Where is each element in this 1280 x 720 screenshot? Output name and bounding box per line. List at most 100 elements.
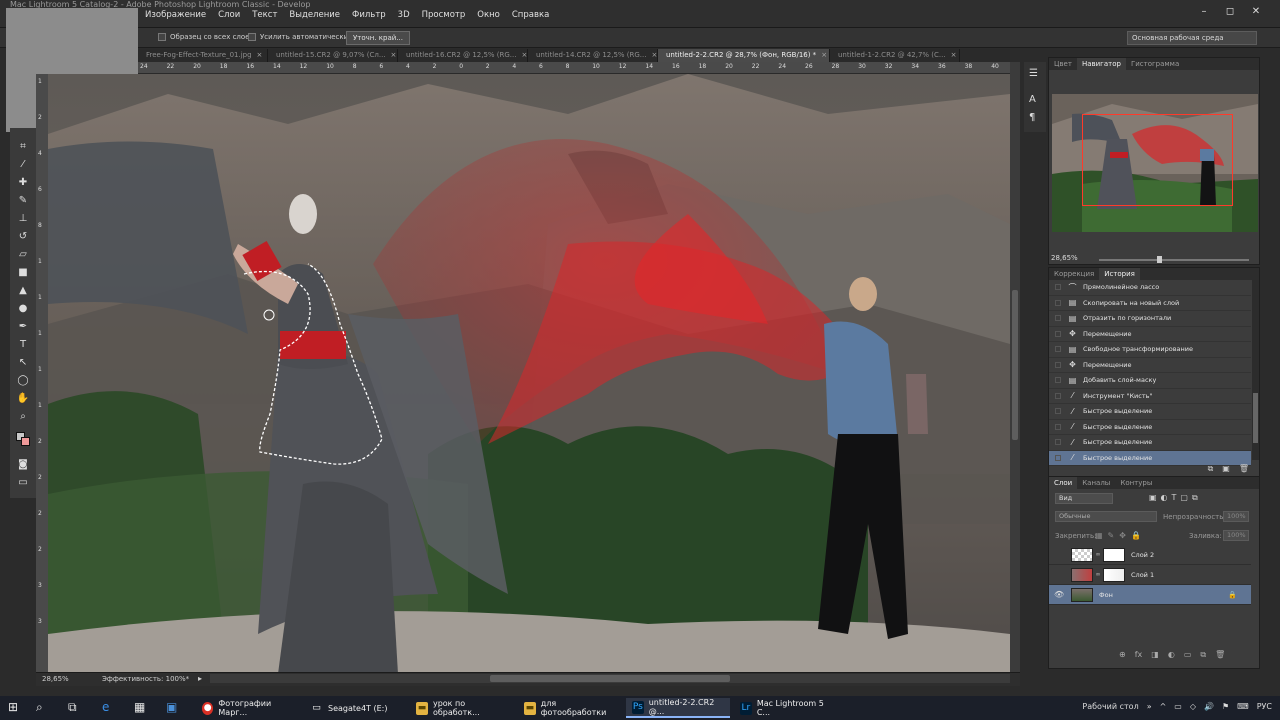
menu-layers[interactable]: Слои [218,10,240,20]
task-view-icon[interactable]: ⧉ [68,700,77,715]
layer-mask-thumbnail[interactable] [1103,547,1125,562]
add-mask-icon[interactable]: ◨ [1151,650,1159,660]
tab-doc-2[interactable]: untitled-15.CR2 @ 9,07% (Сл... × [268,49,398,62]
tab-adjustments[interactable]: Коррекция [1049,268,1099,280]
zoom-tool-icon[interactable]: ⌕ [16,410,30,424]
tray-chevron-icon[interactable]: ^ [1160,702,1167,711]
history-panel-icon[interactable]: ☰ [1029,68,1038,79]
history-source-checkbox[interactable] [1055,423,1061,430]
menu-select[interactable]: Выделение [289,10,340,20]
snapshot-icon[interactable]: ▣ [1222,464,1230,474]
history-source-checkbox[interactable] [1055,330,1061,337]
windows-start-icon[interactable]: ⊞ [8,700,18,714]
tab-doc-3[interactable]: untitled-16.CR2 @ 12,5% (RG... × [398,49,528,62]
delete-layer-icon[interactable]: 🗑 [1215,650,1225,660]
ellipse-tool-icon[interactable]: ◯ [16,374,30,388]
trash-icon[interactable]: 🗑 [1239,464,1249,474]
history-item[interactable]: ⌒ Прямолинейное лассо [1049,280,1251,296]
link-layers-icon[interactable]: ⊕ [1119,650,1126,660]
lock-icons[interactable]: ▦✎✥🔒 [1095,531,1146,540]
eraser-tool-icon[interactable]: ▱ [16,248,30,262]
blur-tool-icon[interactable]: ▲ [16,284,30,298]
history-source-checkbox[interactable] [1055,439,1061,446]
search-icon[interactable]: ⌕ [36,700,43,715]
taskbar-app-drive[interactable]: ▭ Seagate4T (E:) [304,698,404,718]
workspace-select[interactable]: Основная рабочая среда [1127,31,1257,45]
tab-channels[interactable]: Каналы [1077,477,1115,489]
status-zoom[interactable]: 28,65% [42,675,69,683]
flag-icon[interactable]: ⚑ [1222,702,1229,711]
crop-tool-icon[interactable]: ⌗ [16,140,30,154]
auto-enhance-option[interactable]: Усилить автоматически [248,33,348,41]
healing-tool-icon[interactable]: ✚ [16,176,30,190]
quick-mask-icon[interactable]: ◙ [16,458,30,472]
mask-link-icon[interactable]: ∞ [1095,551,1101,558]
mask-link-icon[interactable]: ∞ [1095,571,1101,578]
navigator-view-frame[interactable] [1082,114,1233,206]
taskbar-app-folder-lesson[interactable]: ▬ урок по обработк... [410,698,514,718]
tab-doc-6[interactable]: untitled-1-2.CR2 @ 42,7% (С... × [830,49,960,62]
history-scroll-thumb[interactable] [1253,393,1258,443]
horizontal-scroll-thumb[interactable] [490,675,730,682]
volume-icon[interactable]: 🔊 [1204,702,1214,711]
edge-browser-icon[interactable]: e [102,700,109,714]
history-source-checkbox[interactable] [1055,377,1061,384]
history-item[interactable]: ⁄ Быстрое выделение [1049,420,1251,435]
new-document-icon[interactable]: ⧉ [1208,464,1214,474]
screen-mode-icon[interactable]: ▭ [16,476,30,490]
keyboard-icon[interactable]: ⌨ [1237,702,1249,711]
tab-doc-active[interactable]: untitled-2-2.CR2 @ 28,7% (Фон, RGB/16) *… [658,49,830,62]
layer-row[interactable]: ∞ Слой 1 [1049,565,1251,585]
sample-all-checkbox[interactable] [158,33,166,41]
eyedropper-tool-icon[interactable]: ⁄ [16,158,30,172]
history-item[interactable]: ▤ Отразить по горизонтали [1049,311,1251,327]
tab-color[interactable]: Цвет [1049,58,1077,70]
taskbar-app-folder-editing[interactable]: ▬ для фотообработки [518,698,622,718]
brush-tool-icon[interactable]: ✎ [16,194,30,208]
history-item[interactable]: ⁄ Быстрое выделение [1049,404,1251,420]
tab-histogram[interactable]: Гистограмма [1126,58,1184,70]
new-group-icon[interactable]: ▭ [1184,650,1192,660]
history-item[interactable]: ▤ Свободное трансформирование [1049,342,1251,358]
history-item[interactable]: ⁄ Быстрое выделение [1049,435,1251,451]
status-arrow-icon[interactable]: ▸ [198,674,202,683]
layer-row[interactable]: 👁 Фон 🔒 [1049,585,1251,605]
dodge-tool-icon[interactable]: ● [16,302,30,316]
gradient-tool-icon[interactable]: ■ [16,266,30,280]
menu-view[interactable]: Просмотр [422,10,466,20]
close-icon[interactable]: × [651,51,657,59]
taskbar-app-chrome[interactable]: ● Фотографии Марг... [196,698,298,718]
character-panel-icon[interactable]: A [1029,94,1036,105]
history-source-checkbox[interactable] [1055,408,1061,415]
history-source-checkbox[interactable] [1055,361,1061,368]
history-item[interactable]: ✥ Перемещение [1049,358,1251,373]
tab-doc-4[interactable]: untitled-14.CR2 @ 12,5% (RG... × [528,49,658,62]
hand-tool-icon[interactable]: ✋ [16,392,30,406]
adjustment-layer-icon[interactable]: ◐ [1168,650,1175,660]
blend-mode-select[interactable]: Обычные [1055,511,1157,522]
taskbar-app-lightroom[interactable]: Lr Mac Lightroom 5 C... [734,698,838,718]
path-select-icon[interactable]: ↖ [16,356,30,370]
document-canvas[interactable] [48,74,1010,672]
tab-navigator[interactable]: Навигатор [1076,58,1126,70]
minimize-button[interactable]: – [1198,6,1210,17]
network-icon[interactable]: ▭ [1174,702,1182,711]
tab-paths[interactable]: Контуры [1115,477,1157,489]
show-desktop-label[interactable]: Рабочий стол [1082,702,1138,711]
history-item[interactable]: ⁄ Инструмент "Кисть" [1049,389,1251,404]
close-icon[interactable]: × [951,51,957,59]
close-icon[interactable]: × [521,51,527,59]
layer-filter-icons[interactable]: ▣◐T▢⧉ [1149,493,1202,503]
visibility-eye-icon[interactable]: 👁 [1054,590,1064,599]
calculator-icon[interactable]: ▦ [134,700,145,714]
menu-filter[interactable]: Фильтр [352,10,386,20]
history-brush-icon[interactable]: ↺ [16,230,30,244]
close-icon[interactable]: × [821,51,827,59]
color-swatches-icon[interactable] [16,432,30,446]
menu-3d[interactable]: 3D [398,10,410,20]
layer-mask-thumbnail[interactable] [1103,567,1125,582]
opacity-input[interactable]: 100% [1223,511,1249,522]
menu-type[interactable]: Текст [252,10,277,20]
history-item[interactable]: ▤ Скопировать на новый слой [1049,296,1251,311]
taskbar-app-photoshop[interactable]: Ps untitled-2-2.CR2 @... [626,698,730,718]
